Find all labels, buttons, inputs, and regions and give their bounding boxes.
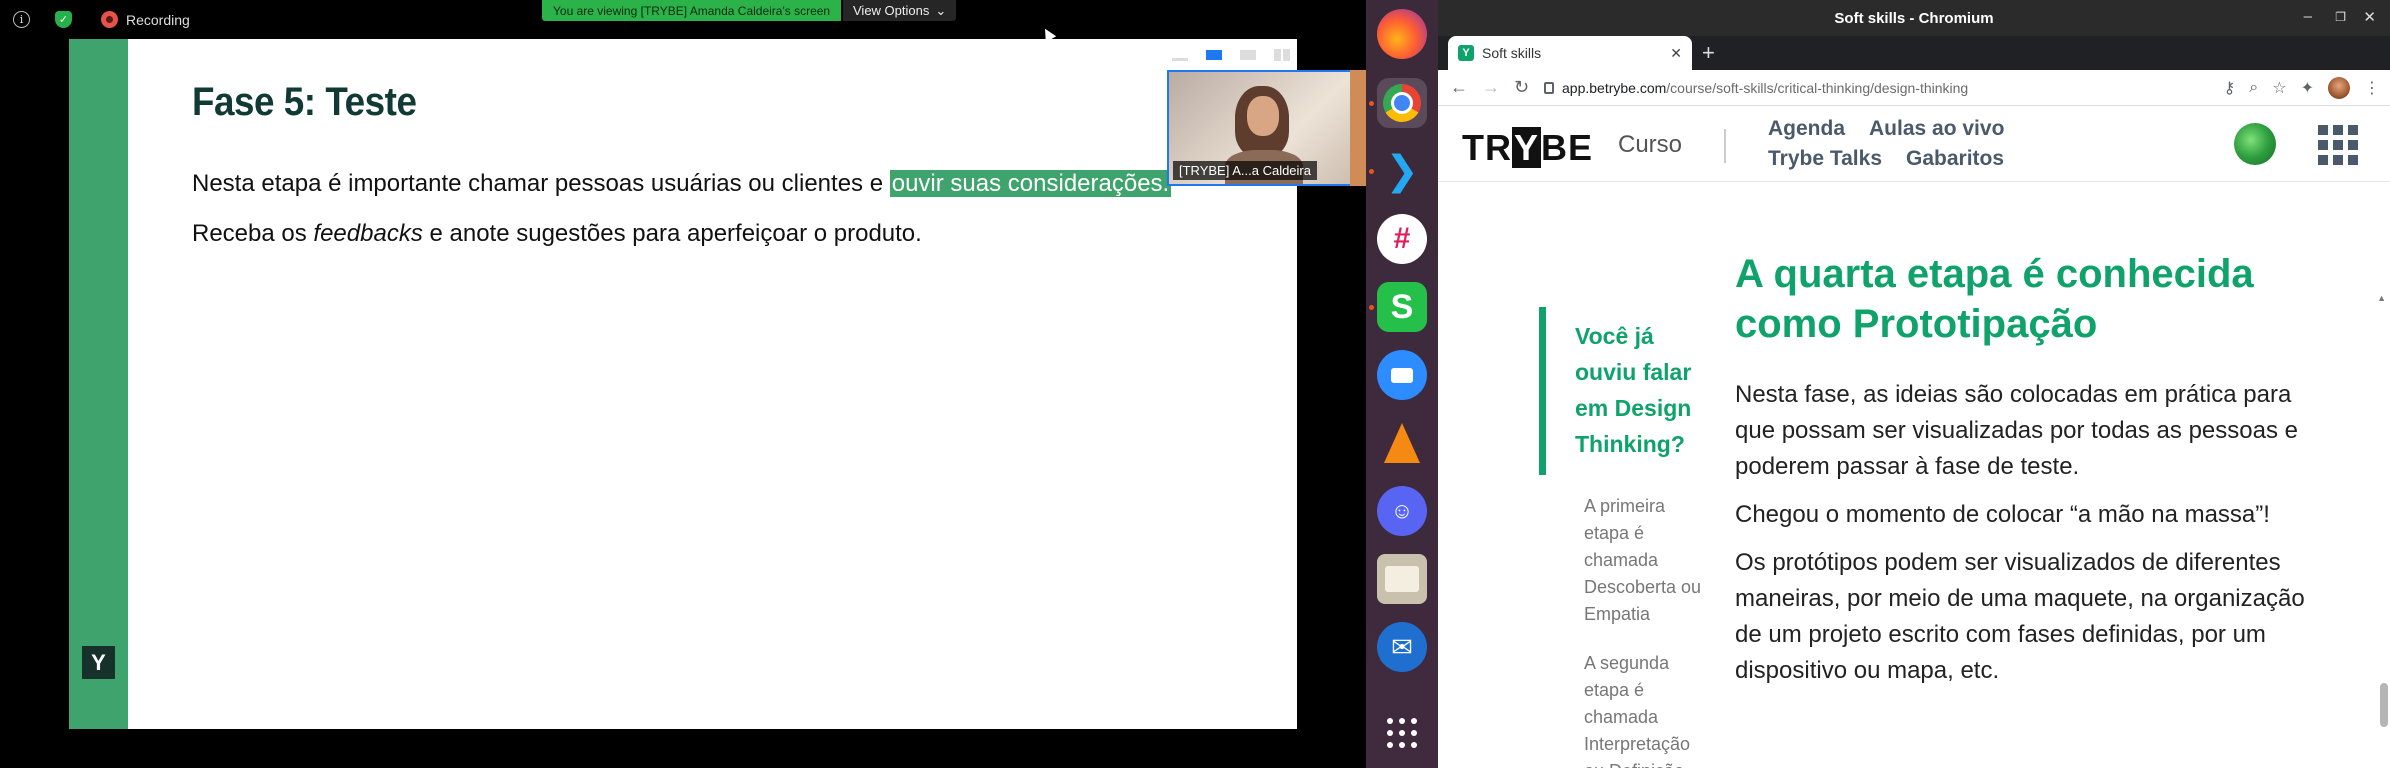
record-icon: [101, 11, 118, 28]
slide-paragraph-1: Nesta etapa é importante chamar pessoas …: [192, 170, 1172, 198]
recording-label: Recording: [126, 11, 190, 28]
reload-icon[interactable]: ↻: [1514, 77, 1529, 98]
spreadsheet-icon[interactable]: S: [1377, 282, 1427, 332]
slide-paragraph-2: Receba os feedbacks e anote sugestões pa…: [192, 220, 922, 248]
logo-text: TR: [1462, 127, 1512, 168]
nav-link-aulas[interactable]: Aulas ao vivo: [1869, 117, 2004, 141]
logo-text: BE: [1541, 127, 1594, 168]
url-path: /course/soft-skills/critical-thinking/de…: [1666, 80, 1969, 96]
zoom-meeting-window: i ✓ Recording You are viewing [TRYBE] Am…: [0, 0, 1367, 768]
running-indicator: [1369, 305, 1374, 310]
forward-icon[interactable]: →: [1482, 77, 1500, 98]
desktop: i ✓ Recording You are viewing [TRYBE] Am…: [0, 0, 2390, 768]
info-icon[interactable]: i: [13, 11, 30, 28]
running-indicator: [1369, 169, 1374, 174]
firefox-icon[interactable]: [1377, 9, 1427, 59]
star-icon[interactable]: ☆: [2272, 78, 2286, 98]
user-avatar[interactable]: [2234, 123, 2276, 165]
scroll-up-icon[interactable]: ▲: [2377, 293, 2386, 303]
article-paragraph: Os protótipos podem ser visualizados de …: [1735, 549, 2305, 684]
logo-y: Y: [1512, 127, 1542, 168]
view-options-label: View Options: [853, 3, 930, 18]
slide-text: Nesta etapa é importante chamar pessoas …: [192, 170, 890, 197]
site-header: TRYBE Curso Agenda Aulas ao vivo Trybe T…: [1438, 107, 2390, 182]
zoom-top-bar: i ✓ Recording You are viewing [TRYBE] Am…: [0, 0, 1366, 38]
mail-icon[interactable]: ✉: [1377, 622, 1427, 672]
window-titlebar: Soft skills - Chromium – ❐ ✕: [1438, 0, 2390, 38]
active-speaker-view-icon[interactable]: [1206, 50, 1222, 60]
menu-icon[interactable]: ⋮: [2364, 78, 2380, 98]
new-tab-button[interactable]: +: [1702, 40, 1715, 66]
participant-face: [1247, 96, 1279, 136]
chromium-window: Soft skills - Chromium – ❐ ✕ Y Soft skil…: [1438, 0, 2390, 768]
scrollbar-thumb[interactable]: [2380, 683, 2388, 727]
toc-item[interactable]: A primeira etapa é chamada Descoberta ou…: [1584, 493, 1702, 628]
minimize-icon[interactable]: –: [2304, 8, 2312, 25]
window-title: Soft skills - Chromium: [1834, 10, 1994, 27]
files-icon[interactable]: [1377, 554, 1427, 604]
ubuntu-dock: ❯ # S ☺ ✉: [1366, 0, 1438, 768]
back-icon[interactable]: ←: [1450, 77, 1468, 98]
site-nav: Agenda Aulas ao vivo Trybe Talks Gabarit…: [1768, 117, 2098, 171]
slack-icon[interactable]: #: [1377, 214, 1427, 264]
video-strip-edge: [1350, 70, 1366, 186]
viewing-screen-banner: You are viewing [TRYBE] Amanda Caldeira'…: [542, 0, 842, 21]
nav-link-talks[interactable]: Trybe Talks: [1768, 147, 1882, 171]
chevron-down-icon: ⌄: [935, 2, 947, 18]
toolbar-icons: ⚷ ⌕ ☆ ✦ ⋮: [2224, 77, 2380, 99]
article-content: A quarta etapa é conhecida como Prototip…: [1735, 249, 2315, 701]
slide-title: Fase 5: Teste: [192, 80, 417, 124]
trybe-logo[interactable]: TRYBE: [1462, 127, 1593, 169]
show-apps-icon[interactable]: [1377, 708, 1427, 758]
slide-text: Receba os: [192, 220, 314, 247]
tab-soft-skills[interactable]: Y Soft skills ✕: [1448, 36, 1692, 70]
close-window-icon[interactable]: ✕: [2363, 8, 2376, 26]
profile-avatar[interactable]: [2328, 77, 2350, 99]
toc-heading[interactable]: Você já ouviu falar em Design Thinking?: [1575, 318, 1705, 462]
view-options-button[interactable]: View Options ⌄: [843, 0, 957, 21]
chromium-icon[interactable]: [1377, 78, 1427, 128]
minimize-video-icon[interactable]: [1172, 57, 1188, 61]
video-layout-controls: [1166, 44, 1366, 66]
nav-link-gabaritos[interactable]: Gabaritos: [1906, 147, 2004, 171]
article-paragraph: Nesta fase, as ideias são colocadas em p…: [1735, 381, 2298, 480]
trybe-logo: Y: [82, 646, 115, 679]
article-paragraph: Chegou o momento de colocar “a mão na ma…: [1735, 501, 2270, 528]
slide-accent-bar: [69, 39, 128, 729]
highlighted-text: ouvir suas considerações.: [889, 170, 1172, 197]
zoom-icon[interactable]: [1377, 350, 1427, 400]
vscode-icon[interactable]: ❯: [1377, 146, 1427, 196]
key-icon[interactable]: ⚷: [2224, 78, 2236, 98]
security-shield-icon[interactable]: ✓: [55, 11, 72, 28]
toc-active-indicator: [1539, 307, 1546, 475]
lock-icon[interactable]: [1544, 82, 1554, 94]
url-host: app.betrybe.com: [1562, 80, 1667, 96]
trybe-favicon-icon: Y: [1458, 45, 1474, 61]
section-link[interactable]: Curso: [1618, 131, 1682, 159]
article-heading: A quarta etapa é conhecida como Prototip…: [1735, 252, 2254, 346]
apps-grid-icon[interactable]: [2318, 125, 2358, 165]
divider: [1724, 129, 1726, 163]
slide-emphasis: feedbacks: [313, 220, 423, 247]
participant-name: [TRYBE] A...a Caldeira: [1173, 161, 1317, 180]
browser-toolbar: ← → ↻ app.betrybe.com /course/soft-skill…: [1438, 70, 2390, 106]
restore-icon[interactable]: ❐: [2335, 10, 2346, 24]
running-indicator: [1369, 101, 1374, 106]
web-page: TRYBE Curso Agenda Aulas ao vivo Trybe T…: [1438, 107, 2390, 768]
slide-text: e anote sugestões para aperfeiçoar o pro…: [422, 220, 922, 247]
zoom-icon[interactable]: ⌕: [2249, 79, 2258, 97]
address-bar[interactable]: app.betrybe.com /course/soft-skills/crit…: [1544, 75, 2164, 101]
recording-indicator[interactable]: Recording: [101, 11, 190, 28]
toc-item[interactable]: A segunda etapa é chamada Interpretação …: [1584, 650, 1702, 768]
close-tab-icon[interactable]: ✕: [1670, 45, 1682, 62]
nav-link-agenda[interactable]: Agenda: [1768, 117, 1845, 141]
participant-video[interactable]: [TRYBE] A...a Caldeira: [1167, 70, 1367, 186]
extensions-icon[interactable]: ✦: [2301, 78, 2314, 98]
shared-slide: Y Fase 5: Teste Nesta etapa é importante…: [69, 39, 1297, 729]
gallery-strip-icon[interactable]: [1240, 50, 1256, 60]
tab-title: Soft skills: [1482, 45, 1542, 61]
gallery-view-icon[interactable]: [1274, 49, 1290, 61]
vlc-icon[interactable]: [1377, 418, 1427, 468]
discord-icon[interactable]: ☺: [1377, 486, 1427, 536]
